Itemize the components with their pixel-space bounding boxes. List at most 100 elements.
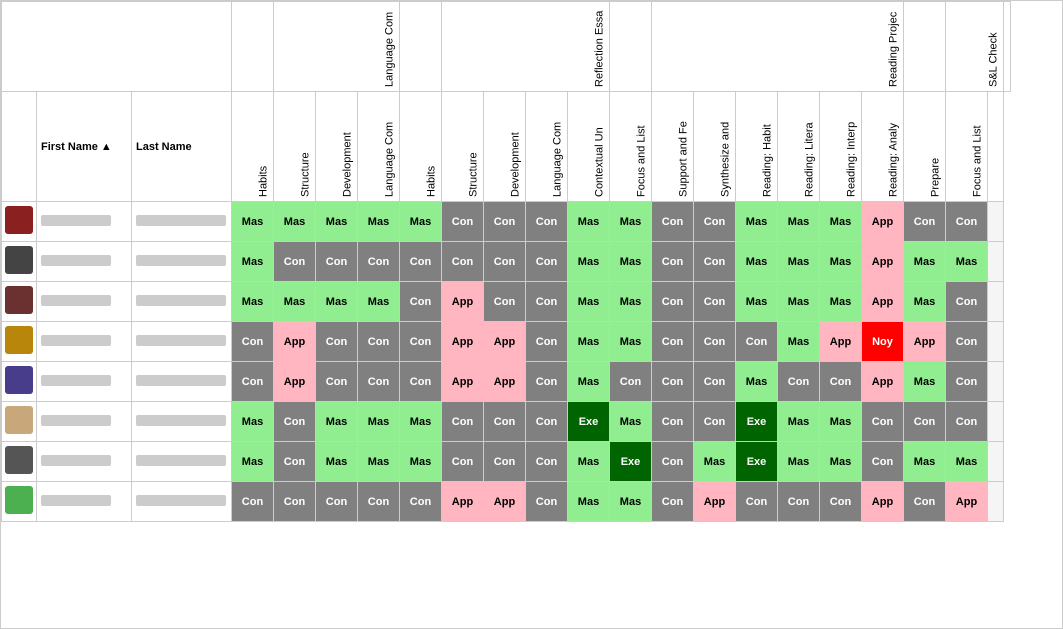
data-cell[interactable]: Con — [484, 242, 526, 282]
data-cell[interactable]: Con — [274, 402, 316, 442]
data-cell[interactable]: Con — [400, 362, 442, 402]
data-cell[interactable]: Con — [232, 362, 274, 402]
data-cell[interactable]: Con — [400, 482, 442, 522]
table-row[interactable]: ConAppConConConAppAppConMasConConConMasC… — [2, 362, 1011, 402]
data-cell[interactable]: Exe — [568, 402, 610, 442]
gradebook-table-wrapper[interactable]: Language Com Reflection Essa Reading Pro… — [0, 0, 1063, 629]
data-cell[interactable]: Mas — [358, 402, 400, 442]
data-cell[interactable]: Mas — [820, 282, 862, 322]
data-cell[interactable]: Con — [400, 242, 442, 282]
data-cell[interactable]: Mas — [316, 442, 358, 482]
data-cell[interactable]: Mas — [820, 442, 862, 482]
table-row[interactable]: MasMasMasMasMasConConConMasMasConConMasM… — [2, 202, 1011, 242]
data-cell[interactable]: App — [862, 282, 904, 322]
data-cell[interactable]: Mas — [736, 362, 778, 402]
data-cell[interactable]: Con — [232, 322, 274, 362]
data-cell[interactable]: App — [694, 482, 736, 522]
data-cell[interactable]: Exe — [736, 442, 778, 482]
data-cell[interactable]: Mas — [820, 402, 862, 442]
data-cell[interactable]: Con — [358, 482, 400, 522]
data-cell[interactable]: Con — [652, 322, 694, 362]
data-cell[interactable]: Con — [904, 202, 946, 242]
data-cell[interactable]: Con — [862, 442, 904, 482]
data-cell[interactable]: Con — [484, 202, 526, 242]
data-cell[interactable]: Con — [652, 362, 694, 402]
data-cell[interactable]: Mas — [316, 282, 358, 322]
data-cell[interactable]: App — [862, 202, 904, 242]
data-cell[interactable]: Con — [316, 482, 358, 522]
data-cell[interactable]: Con — [316, 362, 358, 402]
data-cell[interactable]: App — [484, 322, 526, 362]
data-cell[interactable]: Con — [400, 282, 442, 322]
data-cell[interactable]: App — [442, 482, 484, 522]
data-cell[interactable]: Mas — [610, 282, 652, 322]
data-cell[interactable]: Con — [274, 442, 316, 482]
data-cell[interactable]: Con — [358, 322, 400, 362]
data-cell[interactable]: Mas — [820, 202, 862, 242]
data-cell[interactable]: App — [862, 242, 904, 282]
data-cell[interactable]: Mas — [610, 202, 652, 242]
lastname-header[interactable]: Last Name — [132, 92, 232, 202]
data-cell[interactable]: Mas — [400, 402, 442, 442]
data-cell[interactable]: Mas — [778, 322, 820, 362]
data-cell[interactable]: Con — [232, 482, 274, 522]
data-cell[interactable]: Con — [652, 402, 694, 442]
data-cell[interactable]: Con — [736, 322, 778, 362]
data-cell[interactable]: Mas — [358, 202, 400, 242]
data-cell[interactable]: Con — [526, 242, 568, 282]
data-cell[interactable]: Con — [526, 322, 568, 362]
data-cell[interactable]: Mas — [736, 202, 778, 242]
data-cell[interactable]: Con — [442, 202, 484, 242]
data-cell[interactable]: Mas — [274, 282, 316, 322]
data-cell[interactable]: Con — [358, 362, 400, 402]
data-cell[interactable]: Mas — [904, 362, 946, 402]
data-cell[interactable]: App — [442, 282, 484, 322]
data-cell[interactable]: Mas — [946, 442, 988, 482]
data-cell[interactable]: Mas — [568, 242, 610, 282]
data-cell[interactable]: Con — [946, 322, 988, 362]
data-cell[interactable]: Con — [862, 402, 904, 442]
table-row[interactable]: MasConConConConConConConMasMasConConMasM… — [2, 242, 1011, 282]
data-cell[interactable]: App — [442, 362, 484, 402]
data-cell[interactable]: Con — [442, 242, 484, 282]
data-cell[interactable]: App — [862, 362, 904, 402]
data-cell[interactable]: Con — [778, 482, 820, 522]
data-cell[interactable]: Exe — [610, 442, 652, 482]
data-cell[interactable]: Mas — [778, 242, 820, 282]
data-cell[interactable]: Mas — [232, 202, 274, 242]
data-cell[interactable]: Con — [694, 362, 736, 402]
data-cell[interactable]: Con — [820, 482, 862, 522]
data-cell[interactable]: Mas — [946, 242, 988, 282]
data-cell[interactable]: Con — [358, 242, 400, 282]
data-cell[interactable]: Mas — [358, 282, 400, 322]
data-cell[interactable]: Con — [526, 402, 568, 442]
data-cell[interactable]: Con — [484, 442, 526, 482]
data-cell[interactable]: Con — [820, 362, 862, 402]
data-cell[interactable]: Mas — [778, 282, 820, 322]
data-cell[interactable]: Mas — [904, 282, 946, 322]
data-cell[interactable]: App — [946, 482, 988, 522]
data-cell[interactable]: App — [274, 362, 316, 402]
data-cell[interactable]: App — [484, 362, 526, 402]
data-cell[interactable]: App — [484, 482, 526, 522]
data-cell[interactable]: Con — [610, 362, 652, 402]
data-cell[interactable]: Con — [400, 322, 442, 362]
data-cell[interactable]: Con — [652, 482, 694, 522]
data-cell[interactable]: Con — [526, 282, 568, 322]
data-cell[interactable]: Mas — [778, 442, 820, 482]
data-cell[interactable]: App — [820, 322, 862, 362]
data-cell[interactable]: Con — [946, 202, 988, 242]
data-cell[interactable]: Con — [946, 402, 988, 442]
data-cell[interactable]: Con — [316, 242, 358, 282]
data-cell[interactable]: Mas — [778, 202, 820, 242]
data-cell[interactable]: Mas — [316, 402, 358, 442]
data-cell[interactable]: Con — [526, 482, 568, 522]
data-cell[interactable]: Con — [652, 282, 694, 322]
data-cell[interactable]: Mas — [232, 442, 274, 482]
data-cell[interactable]: App — [862, 482, 904, 522]
data-cell[interactable]: Con — [778, 362, 820, 402]
data-cell[interactable]: Mas — [778, 402, 820, 442]
data-cell[interactable]: Con — [694, 402, 736, 442]
data-cell[interactable]: Con — [442, 402, 484, 442]
data-cell[interactable]: Con — [526, 442, 568, 482]
